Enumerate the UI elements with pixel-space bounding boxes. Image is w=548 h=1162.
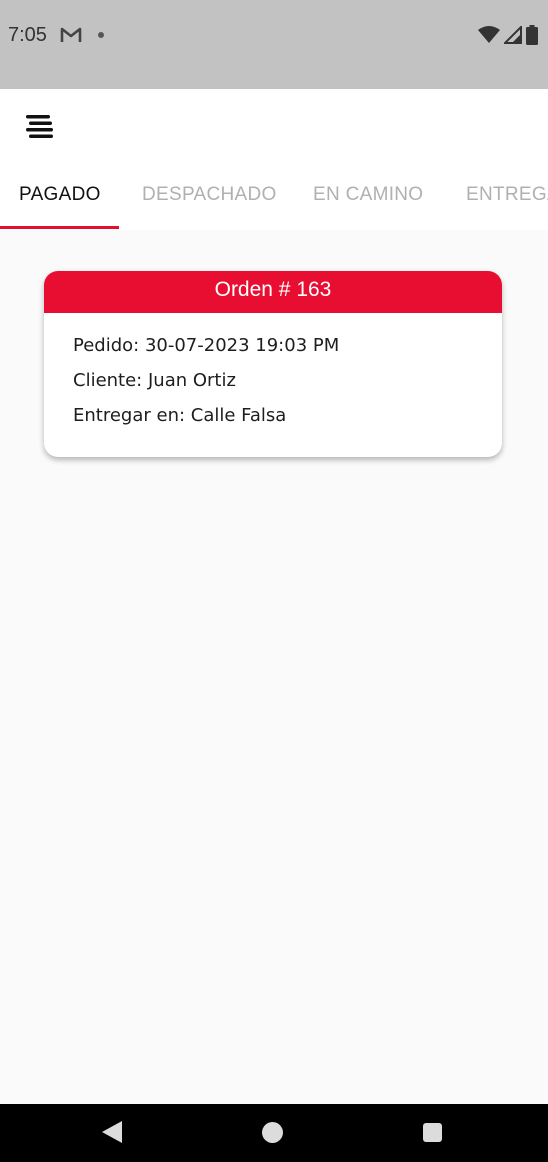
order-card[interactable]: Orden # 163 Pedido: 30-07-2023 19:03 PM … <box>44 271 502 457</box>
active-tab-indicator <box>0 226 119 229</box>
status-icons <box>478 24 538 46</box>
back-icon[interactable] <box>102 1121 122 1143</box>
status-tabs: PAGADO DESPACHADO EN CAMINO ENTREGADO <box>0 163 548 230</box>
recents-icon[interactable] <box>423 1123 442 1142</box>
gmail-icon <box>60 27 82 42</box>
order-client: Cliente: Juan Ortiz <box>73 370 236 391</box>
battery-icon <box>526 25 538 45</box>
tab-pagado[interactable]: PAGADO <box>19 163 101 230</box>
menu-icon[interactable] <box>24 113 54 141</box>
wifi-icon <box>478 26 500 43</box>
order-date: Pedido: 30-07-2023 19:03 PM <box>73 335 340 356</box>
order-title: Orden # 163 <box>44 271 502 313</box>
tab-despachado[interactable]: DESPACHADO <box>142 163 277 230</box>
app-bar <box>0 89 548 163</box>
tab-en-camino[interactable]: EN CAMINO <box>313 163 423 230</box>
signal-icon <box>504 26 522 44</box>
tab-entregado[interactable]: ENTREGADO <box>466 163 548 230</box>
status-time: 7:05 <box>8 24 47 46</box>
home-icon[interactable] <box>262 1122 283 1143</box>
system-nav-bar <box>0 1104 548 1162</box>
order-delivery-address: Entregar en: Calle Falsa <box>73 405 287 426</box>
status-bar: 7:05 <box>0 0 548 89</box>
notification-dot-icon <box>98 32 104 38</box>
